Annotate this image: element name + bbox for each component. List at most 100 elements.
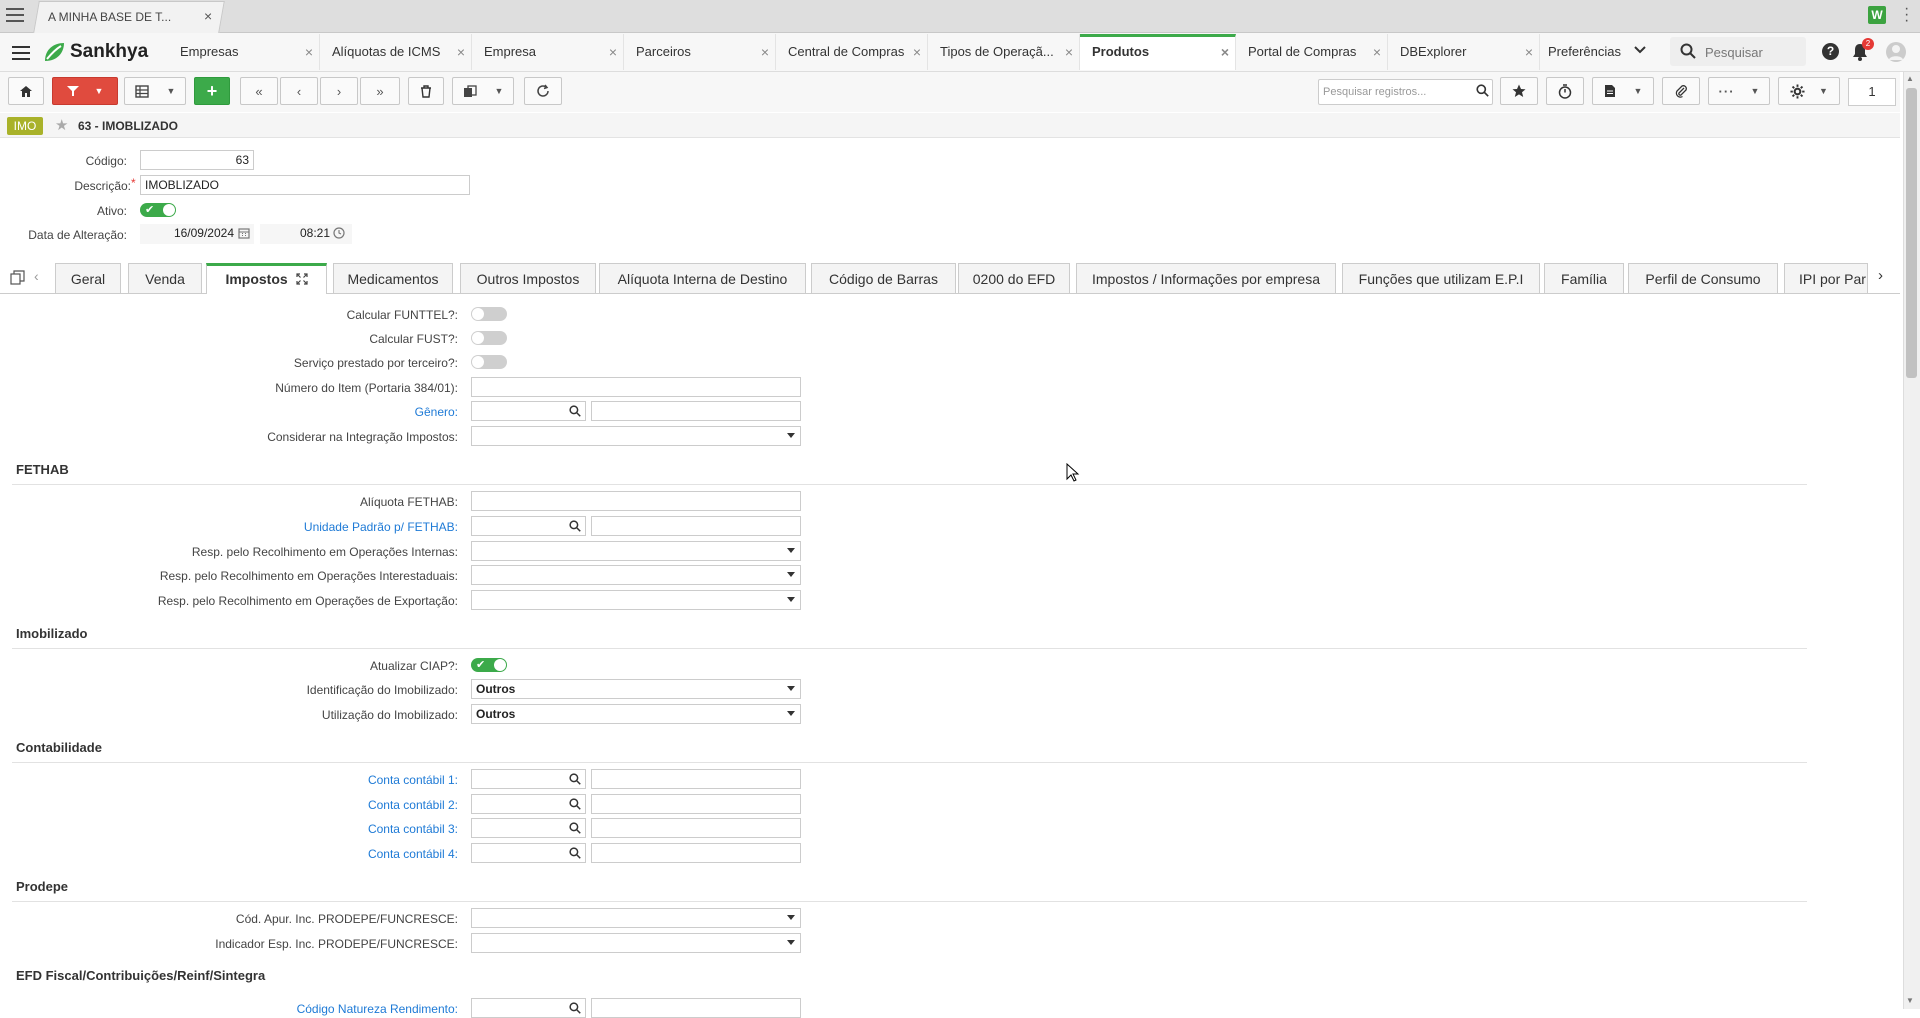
conta-contabil-3-code-field[interactable] xyxy=(471,818,586,838)
conta-contabil-4-code-field[interactable] xyxy=(471,843,586,863)
chevron-down-icon[interactable] xyxy=(1633,42,1647,58)
app-tab-tipos-operacao[interactable]: Tipos de Operaçã... × xyxy=(928,34,1080,70)
scrollbar-thumb[interactable] xyxy=(1906,88,1917,378)
close-icon[interactable]: × xyxy=(1373,34,1381,70)
servico-terceiro-toggle[interactable] xyxy=(471,355,507,369)
codigo-natureza-code-field[interactable] xyxy=(471,998,586,1018)
grid-view-button[interactable]: ▼ xyxy=(124,77,186,105)
aliquota-fethab-field[interactable] xyxy=(471,491,801,511)
close-icon[interactable]: × xyxy=(609,34,617,70)
genero-label[interactable]: Gênero: xyxy=(415,405,458,419)
extension-w-icon[interactable]: W xyxy=(1868,6,1886,24)
tab-outros-impostos[interactable]: Outros Impostos xyxy=(460,263,596,293)
settings-button[interactable]: ▼ xyxy=(1778,77,1840,105)
prev-record-button[interactable]: ‹ xyxy=(280,77,318,105)
unidade-fethab-code-field[interactable] xyxy=(471,516,586,536)
search-icon[interactable] xyxy=(569,773,581,785)
star-icon[interactable]: ★ xyxy=(55,116,68,134)
unidade-fethab-label[interactable]: Unidade Padrão p/ FETHAB: xyxy=(304,520,458,534)
timer-button[interactable] xyxy=(1546,77,1584,105)
add-record-button[interactable]: + xyxy=(194,77,230,105)
descricao-field[interactable]: IMOBLIZADO xyxy=(140,175,470,195)
indicador-prodepe-select[interactable] xyxy=(471,933,801,953)
tab-impostos[interactable]: Impostos xyxy=(206,263,327,294)
search-icon[interactable] xyxy=(569,822,581,834)
browser-tab-close-icon[interactable]: × xyxy=(204,8,212,24)
browser-kebab-icon[interactable]: · · · xyxy=(1904,1,1909,29)
conta-contabil-2-description-field[interactable] xyxy=(591,794,801,814)
close-icon[interactable]: × xyxy=(305,34,313,70)
unidade-fethab-description-field[interactable] xyxy=(591,516,801,536)
conta-contabil-2-label[interactable]: Conta contábil 2: xyxy=(368,798,458,812)
conta-contabil-1-description-field[interactable] xyxy=(591,769,801,789)
numero-item-field[interactable] xyxy=(471,377,801,397)
close-icon[interactable]: × xyxy=(913,34,921,70)
codigo-natureza-label[interactable]: Código Natureza Rendimento: xyxy=(297,1002,458,1016)
close-icon[interactable]: × xyxy=(1065,34,1073,70)
copy-dropdown-icon[interactable]: ▼ xyxy=(495,86,504,96)
scroll-down-icon[interactable]: ▼ xyxy=(1906,996,1914,1005)
calc-funttel-toggle[interactable] xyxy=(471,307,507,321)
browser-menu-icon[interactable] xyxy=(6,8,24,22)
page-number-field[interactable]: 1 xyxy=(1848,78,1896,106)
app-tab-dbexplorer[interactable]: DBExplorer × xyxy=(1388,34,1540,70)
expand-icon[interactable] xyxy=(295,273,308,285)
search-icon[interactable] xyxy=(569,1002,581,1014)
tab-impostos-por-empresa[interactable]: Impostos / Informações por empresa xyxy=(1076,263,1336,293)
filter-button[interactable]: ▼ xyxy=(52,77,118,105)
app-tab-aliquotas-icms[interactable]: Alíquotas de ICMS × xyxy=(320,34,472,70)
resp-exportacao-select[interactable] xyxy=(471,590,801,610)
settings-dropdown-icon[interactable]: ▼ xyxy=(1819,86,1828,96)
considerar-integracao-select[interactable] xyxy=(471,426,801,446)
atualizar-ciap-toggle[interactable]: ✔ xyxy=(471,658,507,672)
first-record-button[interactable]: « xyxy=(240,77,278,105)
app-tab-empresas[interactable]: Empresas × xyxy=(168,34,320,70)
search-icon[interactable] xyxy=(1476,84,1489,100)
tab-funcoes-epi[interactable]: Funções que utilizam E.P.I xyxy=(1342,263,1540,293)
app-tab-empresa[interactable]: Empresa × xyxy=(472,34,624,70)
avatar[interactable] xyxy=(1886,42,1906,62)
close-icon[interactable]: × xyxy=(1221,37,1229,67)
filter-dropdown-icon[interactable]: ▼ xyxy=(95,86,104,96)
report-button[interactable]: ▼ xyxy=(1592,77,1654,105)
app-tab-parceiros[interactable]: Parceiros × xyxy=(624,34,776,70)
app-tab-produtos[interactable]: Produtos × xyxy=(1080,34,1236,70)
tab-medicamentos[interactable]: Medicamentos xyxy=(333,263,453,293)
close-icon[interactable]: × xyxy=(761,34,769,70)
close-icon[interactable]: × xyxy=(457,34,465,70)
app-tab-central-compras[interactable]: Central de Compras × xyxy=(776,34,928,70)
copy-tabs-icon[interactable] xyxy=(10,270,25,288)
grid-dropdown-icon[interactable]: ▼ xyxy=(167,86,176,96)
favorite-button[interactable] xyxy=(1500,77,1538,105)
conta-contabil-4-label[interactable]: Conta contábil 4: xyxy=(368,847,458,861)
conta-contabil-4-description-field[interactable] xyxy=(591,843,801,863)
close-icon[interactable]: × xyxy=(1525,34,1533,70)
app-tab-preferencias[interactable]: Preferências xyxy=(1536,34,1628,70)
ativo-toggle[interactable]: ✔ xyxy=(140,203,176,217)
tab-codigo-barras[interactable]: Código de Barras xyxy=(811,263,956,293)
tab-aliquota-interna-destino[interactable]: Alíquota Interna de Destino xyxy=(599,263,806,293)
tab-0200-efd[interactable]: 0200 do EFD xyxy=(958,263,1070,293)
more-dropdown-icon[interactable]: ▼ xyxy=(1751,86,1760,96)
search-icon[interactable] xyxy=(569,520,581,532)
scroll-up-icon[interactable]: ▲ xyxy=(1906,74,1914,83)
tab-geral[interactable]: Geral xyxy=(55,263,121,293)
conta-contabil-3-description-field[interactable] xyxy=(591,818,801,838)
utilizacao-imobilizado-select[interactable]: Outros xyxy=(471,704,801,724)
copy-button[interactable]: ▼ xyxy=(452,77,514,105)
next-record-button[interactable]: › xyxy=(320,77,358,105)
genero-code-field[interactable] xyxy=(471,401,586,421)
conta-contabil-2-code-field[interactable] xyxy=(471,794,586,814)
help-icon[interactable]: ? xyxy=(1822,43,1839,60)
tab-familia[interactable]: Família xyxy=(1544,263,1624,293)
cod-apur-prodepe-select[interactable] xyxy=(471,908,801,928)
identificacao-imobilizado-select[interactable]: Outros xyxy=(471,679,801,699)
home-button[interactable] xyxy=(8,77,44,105)
conta-contabil-1-label[interactable]: Conta contábil 1: xyxy=(368,773,458,787)
refresh-button[interactable] xyxy=(524,77,562,105)
app-menu-icon[interactable] xyxy=(12,46,30,64)
report-dropdown-icon[interactable]: ▼ xyxy=(1634,86,1643,96)
codigo-natureza-description-field[interactable] xyxy=(591,998,801,1018)
tab-ipi-por-parceiro[interactable]: IPI por Par xyxy=(1784,263,1868,293)
codigo-field[interactable]: 63 xyxy=(140,150,254,170)
